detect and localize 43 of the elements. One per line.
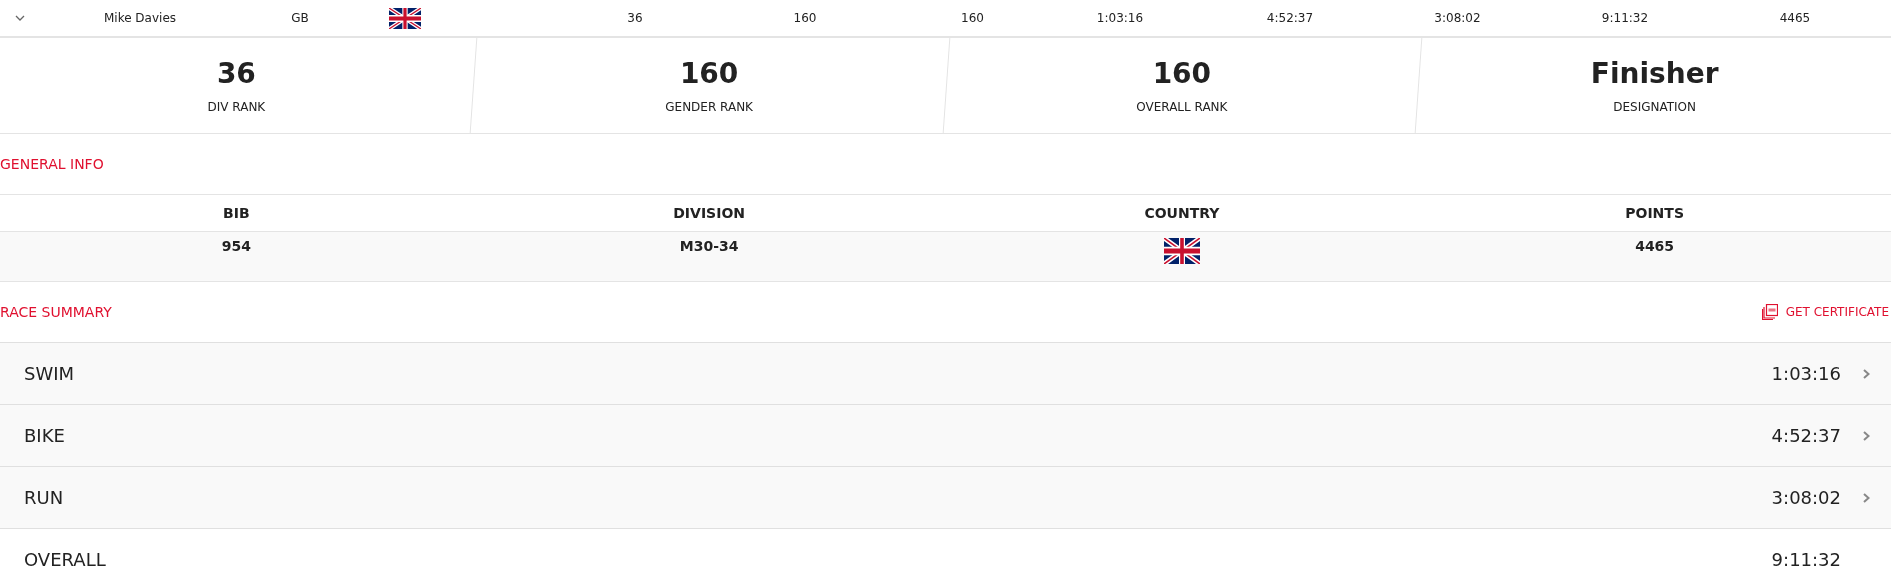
info-value: M30-34 [679,238,739,254]
info-value: 4465 [1635,238,1675,254]
rank-value: 160 [1152,57,1212,90]
split-time: 3:08:02 [1771,487,1841,508]
column-heading: POINTS [1625,205,1684,221]
flag-icon [1163,238,1200,264]
split-time: 1:03:16 [1771,363,1841,384]
column-heading: DIVISION [673,205,745,221]
section-title: RACE SUMMARY [0,304,112,320]
result-value: 4465 [1779,11,1811,25]
split-name: SWIM [23,363,76,384]
result-value: 9:11:32 [1601,11,1649,25]
split-time: 4:52:37 [1771,425,1841,446]
chevron-right-icon[interactable] [1862,492,1870,503]
certificate-link[interactable]: GET CERTIFICATE [1761,304,1891,320]
split-name: RUN [23,487,65,508]
split-name: BIKE [23,425,66,446]
flag-icon [389,7,421,29]
column-heading: COUNTRY [1144,205,1220,221]
result-value: 4:52:37 [1266,11,1314,25]
athlete-name: Mike Davies [103,11,177,25]
country-code: GB [291,11,309,25]
info-value: 954 [221,238,251,254]
rank-value: Finisher [1590,57,1719,90]
rank-label: OVERALL RANK [1136,100,1228,114]
pdf-icon [1761,304,1778,320]
result-value: 36 [627,11,643,25]
rank-label: DESIGNATION [1613,100,1697,114]
rank-label: DIV RANK [207,100,266,114]
section-title: GENERAL INFO [0,156,104,172]
split-time: 9:11:32 [1771,549,1841,570]
chevron-icon[interactable] [15,15,25,21]
rank-value: 36 [216,57,256,90]
chevron-right-icon[interactable] [1862,430,1870,441]
result-value: 3:08:02 [1434,11,1481,25]
split-name: OVERALL [23,549,107,570]
result-value: 160 [793,11,817,25]
rank-label: GENDER RANK [665,100,753,114]
chevron-right-icon[interactable] [1862,368,1870,379]
result-value: 160 [961,11,984,25]
rank-value: 160 [679,57,739,90]
column-heading: BIB [223,205,250,221]
result-value: 1:03:16 [1096,11,1144,25]
